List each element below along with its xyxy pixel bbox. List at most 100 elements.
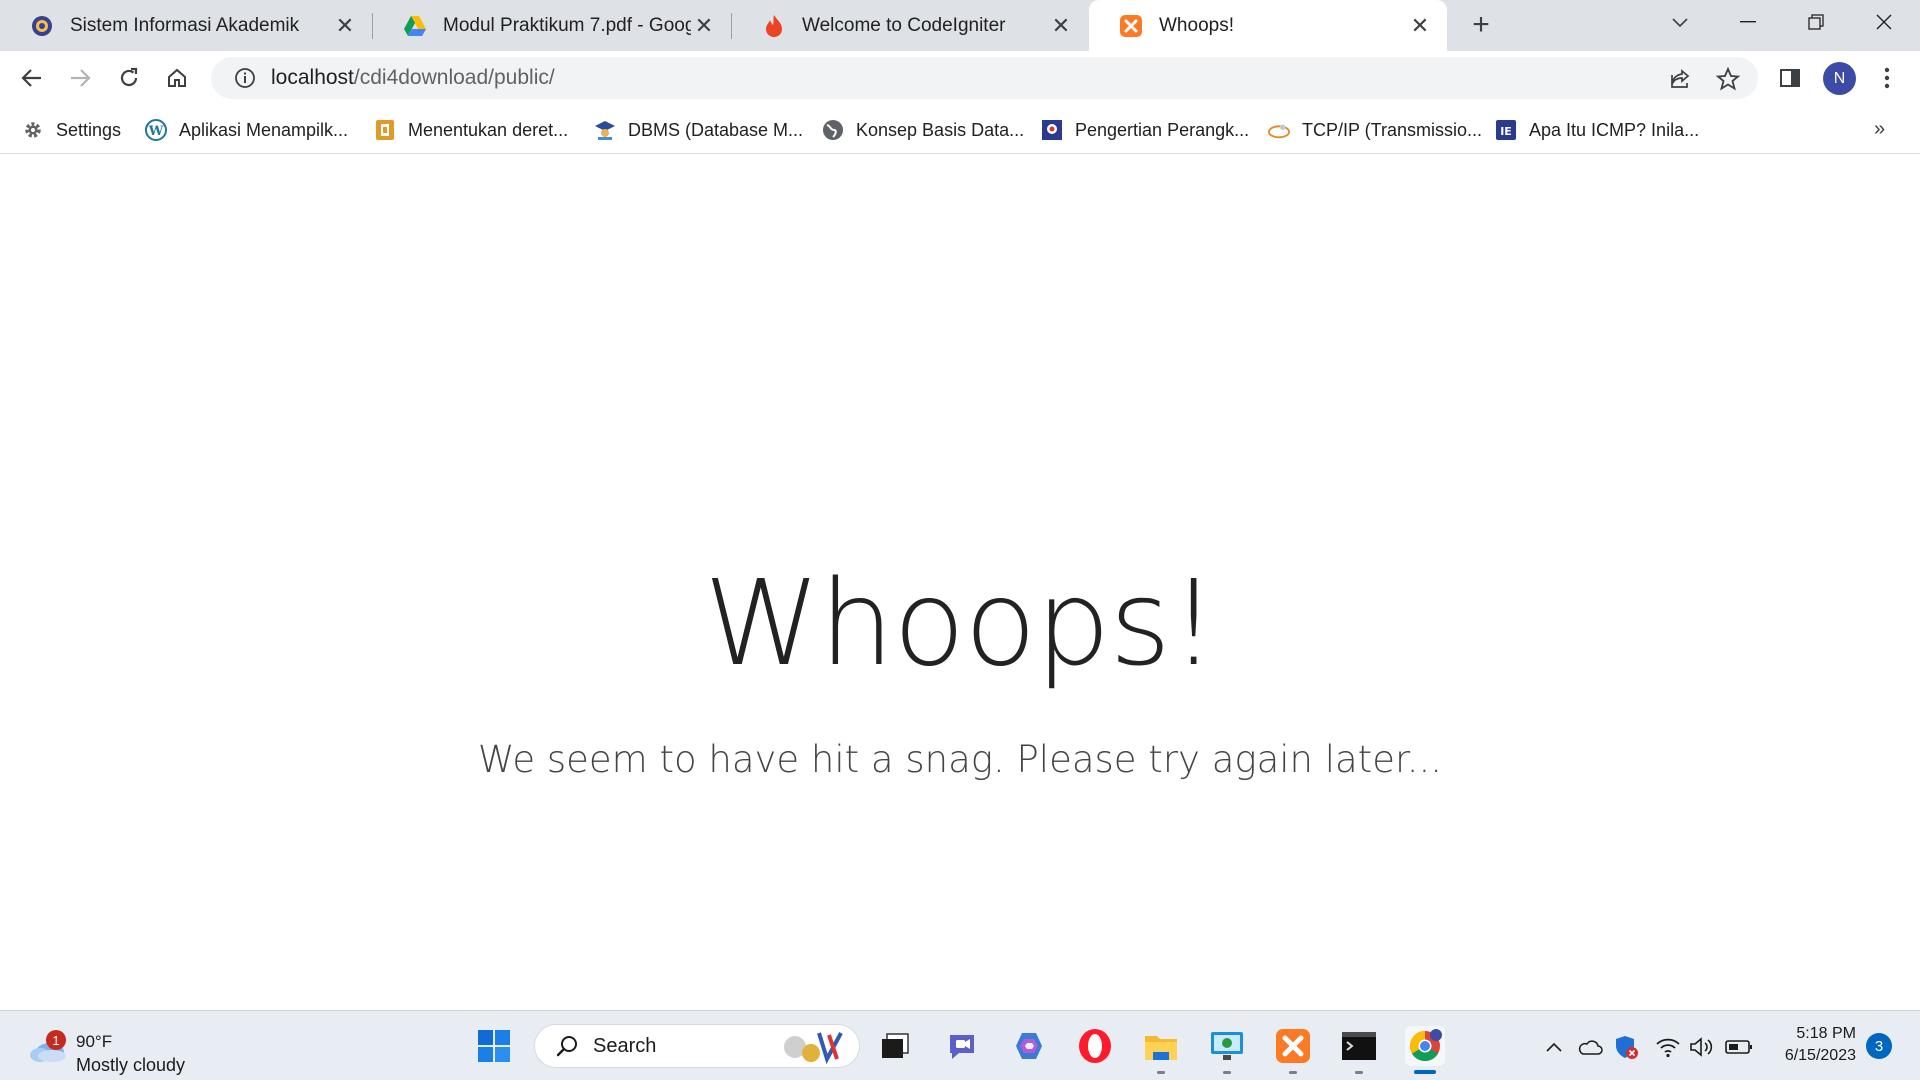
- site-badge-icon: [1041, 119, 1063, 141]
- tab-search-chevron-icon[interactable]: [1646, 0, 1714, 44]
- system-clock[interactable]: 5:18 PM 6/15/2023: [1770, 1023, 1856, 1067]
- bookmark-menentukan[interactable]: Menentukan deret...: [374, 116, 568, 144]
- codeigniter-flame-icon: [762, 14, 786, 38]
- bookmarks-bar: Settings W Aplikasi Menampilk... Menentu…: [0, 106, 1920, 154]
- remote-desktop-icon[interactable]: [1207, 1026, 1247, 1066]
- running-indicator: [1223, 1071, 1231, 1074]
- chrome-taskbar-icon[interactable]: [1405, 1026, 1445, 1066]
- bookmark-icmp[interactable]: IE Apa Itu ICMP? Inila...: [1495, 116, 1699, 144]
- close-window-icon[interactable]: [1850, 0, 1918, 44]
- security-shield-icon[interactable]: [1612, 1033, 1640, 1061]
- running-indicator: [1355, 1071, 1363, 1074]
- globe-icon: [822, 119, 844, 141]
- error-headline: Whoops!: [703, 554, 1218, 692]
- reload-icon[interactable]: [110, 59, 148, 97]
- bookmark-tcpip[interactable]: TCP/IP (Transmissio...: [1268, 116, 1482, 144]
- tab-strip: Sistem Informasi Akademik ✕ Modul Prakti…: [0, 0, 1920, 51]
- onedrive-cloud-icon[interactable]: [1576, 1033, 1604, 1061]
- network-icon: [1268, 119, 1290, 141]
- browser-toolbar: localhost/cdi4download/public/ N: [0, 51, 1920, 106]
- bookmark-label: Aplikasi Menampilk...: [179, 119, 349, 140]
- bookmark-label: DBMS (Database M...: [628, 119, 804, 140]
- terminal-icon[interactable]: [1339, 1026, 1379, 1066]
- weather-widget[interactable]: 1 90°F Mostly cloudy: [26, 1020, 206, 1075]
- weather-temperature: 90°F: [76, 1032, 113, 1051]
- xampp-icon: [1119, 14, 1143, 38]
- forward-icon[interactable]: [61, 59, 99, 97]
- search-highlight-icon: [779, 1029, 849, 1065]
- bookmark-pengertian[interactable]: Pengertian Perangk...: [1041, 116, 1249, 144]
- tab-close-icon[interactable]: ✕: [1048, 13, 1074, 39]
- bookmark-label: Settings: [56, 119, 122, 140]
- university-seal-icon: [30, 14, 54, 38]
- wordpress-icon: W: [145, 119, 167, 141]
- tab-modul-praktikum[interactable]: Modul Praktikum 7.pdf - Google ✕: [373, 0, 731, 51]
- task-view-icon[interactable]: [875, 1026, 915, 1066]
- restore-icon[interactable]: [1782, 0, 1850, 44]
- bookmark-aplikasi[interactable]: W Aplikasi Menampilk...: [145, 116, 348, 144]
- bookmark-label: Pengertian Perangk...: [1075, 119, 1250, 140]
- show-hidden-icons-chevron-icon[interactable]: [1540, 1033, 1568, 1061]
- battery-icon[interactable]: [1725, 1033, 1753, 1061]
- clock-time: 5:18 PM: [1796, 1025, 1856, 1042]
- url-host: localhost: [271, 66, 354, 89]
- address-bar[interactable]: localhost/cdi4download/public/: [211, 57, 1758, 99]
- bookmark-label: Konsep Basis Data...: [856, 119, 1025, 140]
- tab-title: Whoops!: [1159, 14, 1234, 36]
- site-logo-icon: IE: [1495, 119, 1517, 141]
- xampp-control-icon[interactable]: [1273, 1026, 1313, 1066]
- error-message: We seem to have hit a snag. Please try a…: [477, 738, 1443, 781]
- tab-title: Sistem Informasi Akademik: [70, 14, 300, 36]
- tab-title: Welcome to CodeIgniter: [802, 14, 1006, 36]
- search-icon: [547, 1034, 587, 1058]
- running-indicator: [1289, 1071, 1297, 1074]
- svg-text:W: W: [148, 124, 164, 139]
- bookmarks-overflow-button[interactable]: »: [1874, 118, 1885, 141]
- opera-browser-icon[interactable]: [1075, 1026, 1115, 1066]
- file-explorer-icon[interactable]: [1141, 1026, 1181, 1066]
- taskbar-search-box[interactable]: Search: [534, 1024, 860, 1068]
- bookmark-settings[interactable]: Settings: [22, 116, 121, 144]
- teams-chat-icon[interactable]: [942, 1026, 982, 1066]
- google-drive-icon: [403, 14, 427, 38]
- gear-icon: [22, 119, 44, 141]
- active-app-indicator: [1414, 1070, 1436, 1074]
- profile-avatar[interactable]: N: [1823, 62, 1856, 95]
- weather-alert-badge: 1: [46, 1030, 66, 1050]
- tab-whoops[interactable]: Whoops! ✕: [1089, 0, 1447, 51]
- minimize-icon[interactable]: [1714, 0, 1782, 44]
- copilot-icon[interactable]: [1009, 1026, 1049, 1066]
- url-path: /cdi4download/public/: [353, 66, 555, 89]
- bookmark-label: Menentukan deret...: [408, 119, 569, 140]
- share-icon[interactable]: [1665, 64, 1695, 94]
- url-text[interactable]: localhost/cdi4download/public/: [271, 66, 555, 90]
- side-panel-icon[interactable]: [1771, 59, 1809, 97]
- tab-welcome-codeigniter[interactable]: Welcome to CodeIgniter ✕: [732, 0, 1088, 51]
- bookmark-label: TCP/IP (Transmissio...: [1302, 119, 1483, 140]
- bookmark-label: Apa Itu ICMP? Inila...: [1529, 119, 1700, 140]
- page-content: Whoops! We seem to have hit a snag. Plea…: [0, 154, 1920, 1010]
- tab-title: Modul Praktikum 7.pdf - Google: [443, 14, 691, 36]
- bookmark-star-icon[interactable]: [1713, 64, 1743, 94]
- volume-icon[interactable]: [1688, 1033, 1716, 1061]
- bookmark-konsep[interactable]: Konsep Basis Data...: [822, 116, 1024, 144]
- chrome-menu-icon[interactable]: [1868, 59, 1906, 97]
- site-info-icon[interactable]: [225, 67, 265, 89]
- clock-date: 6/15/2023: [1784, 1047, 1856, 1064]
- tab-close-icon[interactable]: ✕: [332, 13, 358, 39]
- wifi-icon[interactable]: [1654, 1033, 1682, 1061]
- tab-close-icon[interactable]: ✕: [691, 13, 717, 39]
- tab-close-icon[interactable]: ✕: [1407, 13, 1433, 39]
- notification-count-badge[interactable]: 3: [1866, 1033, 1892, 1059]
- weather-condition: Mostly cloudy: [76, 1055, 186, 1075]
- new-tab-button[interactable]: +: [1464, 8, 1498, 42]
- tab-sistem-informasi[interactable]: Sistem Informasi Akademik ✕: [0, 0, 372, 51]
- windows-start-icon[interactable]: [474, 1026, 514, 1066]
- back-icon[interactable]: [13, 59, 51, 97]
- windows-taskbar: 1 90°F Mostly cloudy Search 5:18 PM 6/15…: [0, 1010, 1920, 1080]
- search-label: Search: [593, 1034, 657, 1057]
- home-icon[interactable]: [158, 59, 196, 97]
- bookmark-dbms[interactable]: DBMS (Database M...: [594, 116, 803, 144]
- svg-text:IE: IE: [1500, 125, 1512, 138]
- bookmark-site-icon: [374, 119, 396, 141]
